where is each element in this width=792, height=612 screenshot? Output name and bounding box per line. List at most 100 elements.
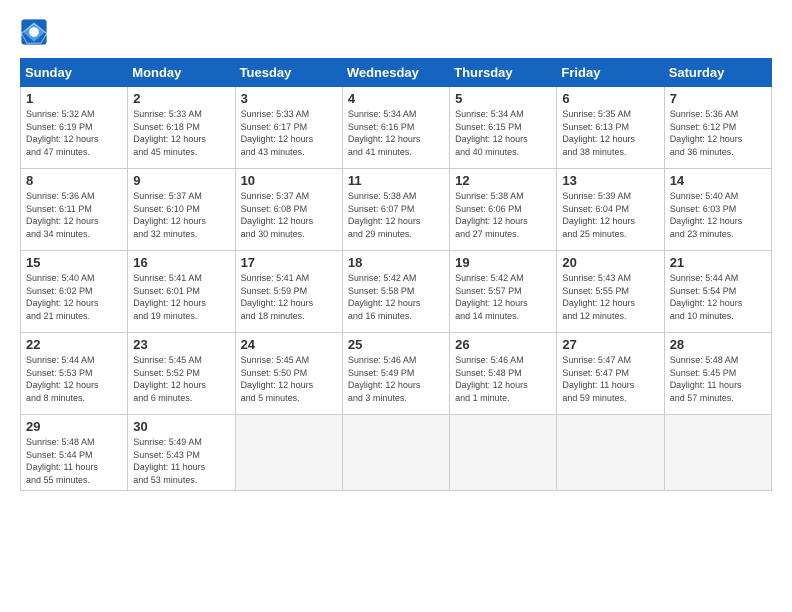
day-info: Sunrise: 5:42 AMSunset: 5:58 PMDaylight:… (348, 272, 444, 322)
weekday-header: Wednesday (342, 59, 449, 87)
day-number: 17 (241, 255, 337, 270)
day-info: Sunrise: 5:45 AMSunset: 5:52 PMDaylight:… (133, 354, 229, 404)
day-number: 20 (562, 255, 658, 270)
day-number: 2 (133, 91, 229, 106)
calendar-cell: 19 Sunrise: 5:42 AMSunset: 5:57 PMDaylig… (450, 251, 557, 333)
weekday-header: Friday (557, 59, 664, 87)
day-number: 21 (670, 255, 766, 270)
day-info: Sunrise: 5:44 AMSunset: 5:53 PMDaylight:… (26, 354, 122, 404)
day-info: Sunrise: 5:37 AMSunset: 6:10 PMDaylight:… (133, 190, 229, 240)
weekday-header: Saturday (664, 59, 771, 87)
day-info: Sunrise: 5:43 AMSunset: 5:55 PMDaylight:… (562, 272, 658, 322)
calendar-cell (557, 415, 664, 491)
calendar-header-row: SundayMondayTuesdayWednesdayThursdayFrid… (21, 59, 772, 87)
header (20, 18, 772, 46)
calendar-cell: 12 Sunrise: 5:38 AMSunset: 6:06 PMDaylig… (450, 169, 557, 251)
calendar-cell: 3 Sunrise: 5:33 AMSunset: 6:17 PMDayligh… (235, 87, 342, 169)
calendar-cell (450, 415, 557, 491)
calendar-cell: 25 Sunrise: 5:46 AMSunset: 5:49 PMDaylig… (342, 333, 449, 415)
calendar-cell: 28 Sunrise: 5:48 AMSunset: 5:45 PMDaylig… (664, 333, 771, 415)
day-number: 23 (133, 337, 229, 352)
day-number: 1 (26, 91, 122, 106)
weekday-header: Sunday (21, 59, 128, 87)
calendar-cell: 1 Sunrise: 5:32 AMSunset: 6:19 PMDayligh… (21, 87, 128, 169)
day-number: 24 (241, 337, 337, 352)
calendar-cell (235, 415, 342, 491)
calendar-cell: 15 Sunrise: 5:40 AMSunset: 6:02 PMDaylig… (21, 251, 128, 333)
day-info: Sunrise: 5:36 AMSunset: 6:12 PMDaylight:… (670, 108, 766, 158)
day-info: Sunrise: 5:39 AMSunset: 6:04 PMDaylight:… (562, 190, 658, 240)
calendar-cell: 6 Sunrise: 5:35 AMSunset: 6:13 PMDayligh… (557, 87, 664, 169)
calendar-cell: 22 Sunrise: 5:44 AMSunset: 5:53 PMDaylig… (21, 333, 128, 415)
day-info: Sunrise: 5:44 AMSunset: 5:54 PMDaylight:… (670, 272, 766, 322)
day-info: Sunrise: 5:47 AMSunset: 5:47 PMDaylight:… (562, 354, 658, 404)
calendar-cell: 2 Sunrise: 5:33 AMSunset: 6:18 PMDayligh… (128, 87, 235, 169)
day-number: 19 (455, 255, 551, 270)
calendar-cell (664, 415, 771, 491)
day-info: Sunrise: 5:32 AMSunset: 6:19 PMDaylight:… (26, 108, 122, 158)
calendar-cell: 5 Sunrise: 5:34 AMSunset: 6:15 PMDayligh… (450, 87, 557, 169)
calendar-cell: 8 Sunrise: 5:36 AMSunset: 6:11 PMDayligh… (21, 169, 128, 251)
day-info: Sunrise: 5:33 AMSunset: 6:17 PMDaylight:… (241, 108, 337, 158)
calendar-cell: 14 Sunrise: 5:40 AMSunset: 6:03 PMDaylig… (664, 169, 771, 251)
day-info: Sunrise: 5:42 AMSunset: 5:57 PMDaylight:… (455, 272, 551, 322)
calendar-cell: 16 Sunrise: 5:41 AMSunset: 6:01 PMDaylig… (128, 251, 235, 333)
calendar-cell: 9 Sunrise: 5:37 AMSunset: 6:10 PMDayligh… (128, 169, 235, 251)
day-number: 18 (348, 255, 444, 270)
calendar-cell: 30 Sunrise: 5:49 AMSunset: 5:43 PMDaylig… (128, 415, 235, 491)
day-number: 30 (133, 419, 229, 434)
day-number: 5 (455, 91, 551, 106)
calendar-cell: 4 Sunrise: 5:34 AMSunset: 6:16 PMDayligh… (342, 87, 449, 169)
day-info: Sunrise: 5:46 AMSunset: 5:49 PMDaylight:… (348, 354, 444, 404)
day-number: 6 (562, 91, 658, 106)
day-info: Sunrise: 5:48 AMSunset: 5:44 PMDaylight:… (26, 436, 122, 486)
day-number: 14 (670, 173, 766, 188)
weekday-header: Tuesday (235, 59, 342, 87)
calendar-cell: 24 Sunrise: 5:45 AMSunset: 5:50 PMDaylig… (235, 333, 342, 415)
calendar-cell: 7 Sunrise: 5:36 AMSunset: 6:12 PMDayligh… (664, 87, 771, 169)
day-info: Sunrise: 5:48 AMSunset: 5:45 PMDaylight:… (670, 354, 766, 404)
day-number: 4 (348, 91, 444, 106)
day-info: Sunrise: 5:40 AMSunset: 6:02 PMDaylight:… (26, 272, 122, 322)
calendar-cell: 17 Sunrise: 5:41 AMSunset: 5:59 PMDaylig… (235, 251, 342, 333)
page: SundayMondayTuesdayWednesdayThursdayFrid… (0, 0, 792, 501)
day-number: 22 (26, 337, 122, 352)
day-number: 9 (133, 173, 229, 188)
day-info: Sunrise: 5:35 AMSunset: 6:13 PMDaylight:… (562, 108, 658, 158)
day-number: 27 (562, 337, 658, 352)
day-info: Sunrise: 5:40 AMSunset: 6:03 PMDaylight:… (670, 190, 766, 240)
day-number: 29 (26, 419, 122, 434)
day-info: Sunrise: 5:45 AMSunset: 5:50 PMDaylight:… (241, 354, 337, 404)
calendar-cell (342, 415, 449, 491)
calendar-cell: 13 Sunrise: 5:39 AMSunset: 6:04 PMDaylig… (557, 169, 664, 251)
day-number: 11 (348, 173, 444, 188)
calendar-cell: 27 Sunrise: 5:47 AMSunset: 5:47 PMDaylig… (557, 333, 664, 415)
day-info: Sunrise: 5:41 AMSunset: 5:59 PMDaylight:… (241, 272, 337, 322)
day-info: Sunrise: 5:38 AMSunset: 6:07 PMDaylight:… (348, 190, 444, 240)
calendar-cell: 11 Sunrise: 5:38 AMSunset: 6:07 PMDaylig… (342, 169, 449, 251)
calendar-week-row: 15 Sunrise: 5:40 AMSunset: 6:02 PMDaylig… (21, 251, 772, 333)
calendar-week-row: 22 Sunrise: 5:44 AMSunset: 5:53 PMDaylig… (21, 333, 772, 415)
day-info: Sunrise: 5:38 AMSunset: 6:06 PMDaylight:… (455, 190, 551, 240)
day-info: Sunrise: 5:46 AMSunset: 5:48 PMDaylight:… (455, 354, 551, 404)
calendar-week-row: 1 Sunrise: 5:32 AMSunset: 6:19 PMDayligh… (21, 87, 772, 169)
calendar-cell: 29 Sunrise: 5:48 AMSunset: 5:44 PMDaylig… (21, 415, 128, 491)
day-number: 25 (348, 337, 444, 352)
weekday-header: Thursday (450, 59, 557, 87)
logo (20, 18, 52, 46)
day-number: 12 (455, 173, 551, 188)
calendar-cell: 20 Sunrise: 5:43 AMSunset: 5:55 PMDaylig… (557, 251, 664, 333)
day-number: 8 (26, 173, 122, 188)
day-number: 26 (455, 337, 551, 352)
calendar-week-row: 29 Sunrise: 5:48 AMSunset: 5:44 PMDaylig… (21, 415, 772, 491)
calendar-cell: 26 Sunrise: 5:46 AMSunset: 5:48 PMDaylig… (450, 333, 557, 415)
calendar-cell: 18 Sunrise: 5:42 AMSunset: 5:58 PMDaylig… (342, 251, 449, 333)
day-number: 15 (26, 255, 122, 270)
weekday-header: Monday (128, 59, 235, 87)
logo-icon (20, 18, 48, 46)
day-number: 28 (670, 337, 766, 352)
day-number: 10 (241, 173, 337, 188)
day-number: 3 (241, 91, 337, 106)
day-number: 7 (670, 91, 766, 106)
calendar-cell: 23 Sunrise: 5:45 AMSunset: 5:52 PMDaylig… (128, 333, 235, 415)
